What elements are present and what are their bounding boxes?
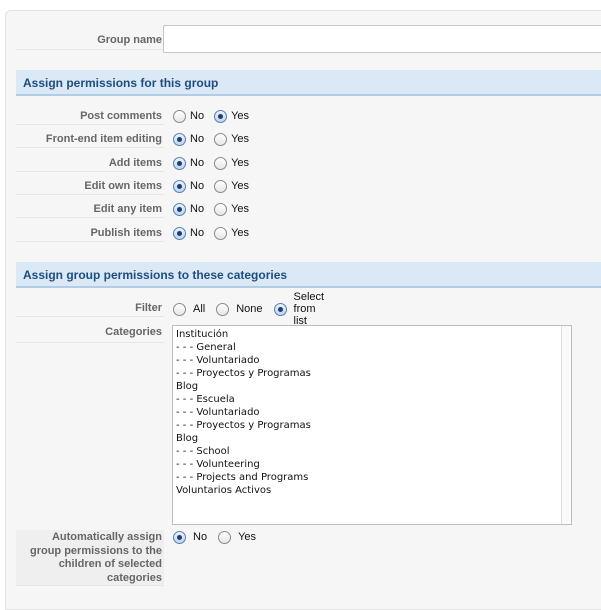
auto-assign-label-line: children of selected [58,558,162,570]
permission-publish-items-option-label: Yes [231,227,250,239]
permission-publish-items-radio-yes[interactable] [214,226,228,240]
auto-assign-option-label: No [193,531,208,543]
categories-listbox[interactable]: Institución - - - General - - - Voluntaria… [172,325,572,525]
auto-assign-label-line: group permissions to the [29,544,162,557]
category-option[interactable]: - - - Proyectos y Programas [176,419,568,432]
auto-assign-label-line: categories [106,571,162,584]
permission-label: Edit any item [16,202,164,218]
category-option[interactable]: - - - Voluntariado [176,354,568,367]
categories-list: Institución - - - General - - - Voluntaria… [173,326,571,499]
filter-radio-none[interactable] [216,302,230,316]
auto-assign-radio-no[interactable] [173,530,186,544]
permission-options: No Yes [173,226,259,240]
permission-edit-any-item-option-label: Yes [231,203,250,215]
category-option[interactable]: - - - Projects and Programs [176,471,568,484]
permission-front-end-item-editing-option-label: Yes [231,133,250,145]
permission-front-end-item-editing-option-label: No [190,133,205,145]
category-option[interactable]: Blog [176,380,568,393]
permission-publish-items-radio-no[interactable] [173,226,186,240]
listbox-scrollbar[interactable] [561,326,571,524]
category-option[interactable]: - - - Voluntariado [176,406,568,419]
permission-post-comments-option-label: Yes [231,110,250,122]
filter-label: Filter [16,301,164,317]
filter-option-label: All [193,303,206,315]
category-option[interactable]: Institución [176,328,568,341]
filter-option-label: Select from list [293,291,325,327]
permission-post-comments-radio-no[interactable] [173,109,186,123]
permission-edit-own-items-option-label: Yes [231,180,250,192]
section-categories-header: Assign group permissions to these catego… [16,262,601,288]
permission-label: Publish items [16,226,164,242]
permission-options: No Yes [173,179,259,193]
permission-edit-own-items-radio-no[interactable] [173,179,186,193]
auto-assign-options: No Yes [173,530,267,544]
permission-edit-own-items-radio-yes[interactable] [214,179,228,193]
permission-label: Front-end item editing [16,132,164,148]
categories-label: Categories [16,325,164,343]
permission-post-comments-option-label: No [190,110,205,122]
permission-label: Post comments [16,109,164,125]
permission-edit-any-item-radio-yes[interactable] [214,202,228,216]
filter-option-label: None [236,303,263,315]
category-option[interactable]: Voluntarios Activos [176,484,568,497]
group-name-input[interactable] [163,25,601,53]
permission-options: No Yes [173,109,259,123]
category-option[interactable]: Blog [176,432,568,445]
permission-add-items-radio-yes[interactable] [214,156,228,170]
permission-post-comments-radio-yes[interactable] [214,109,228,123]
filter-radio-all[interactable] [173,302,186,316]
permission-publish-items-option-label: No [190,227,205,239]
auto-assign-label: Automatically assign group permissions to… [16,530,164,586]
permission-edit-own-items-option-label: No [190,180,205,192]
permission-front-end-item-editing-radio-no[interactable] [173,132,186,146]
permission-options: No Yes [173,202,259,216]
permission-label: Add items [16,156,164,172]
filter-options: All None Select from list [173,291,335,327]
permission-label: Edit own items [16,179,164,195]
permission-edit-any-item-radio-no[interactable] [173,202,186,216]
group-name-label: Group name [16,30,164,50]
auto-assign-label-line: Automatically assign [51,531,162,543]
auto-assign-option-label: Yes [238,531,257,543]
permission-add-items-radio-no[interactable] [173,156,186,170]
filter-radio-select-from-list[interactable] [273,302,287,316]
permission-options: No Yes [173,132,259,146]
permission-add-items-option-label: Yes [231,157,250,169]
permission-front-end-item-editing-radio-yes[interactable] [214,132,228,146]
auto-assign-radio-yes[interactable] [218,530,232,544]
category-option[interactable]: - - - Volunteering [176,458,568,471]
permission-edit-any-item-option-label: No [190,203,205,215]
permission-add-items-option-label: No [190,157,205,169]
permission-options: No Yes [173,156,259,170]
category-option[interactable]: - - - General [176,341,568,354]
section-permissions-header: Assign permissions for this group [16,70,601,96]
category-option[interactable]: - - - Proyectos y Programas [176,367,568,380]
category-option[interactable]: - - - Escuela [176,393,568,406]
category-option[interactable]: - - - School [176,445,568,458]
